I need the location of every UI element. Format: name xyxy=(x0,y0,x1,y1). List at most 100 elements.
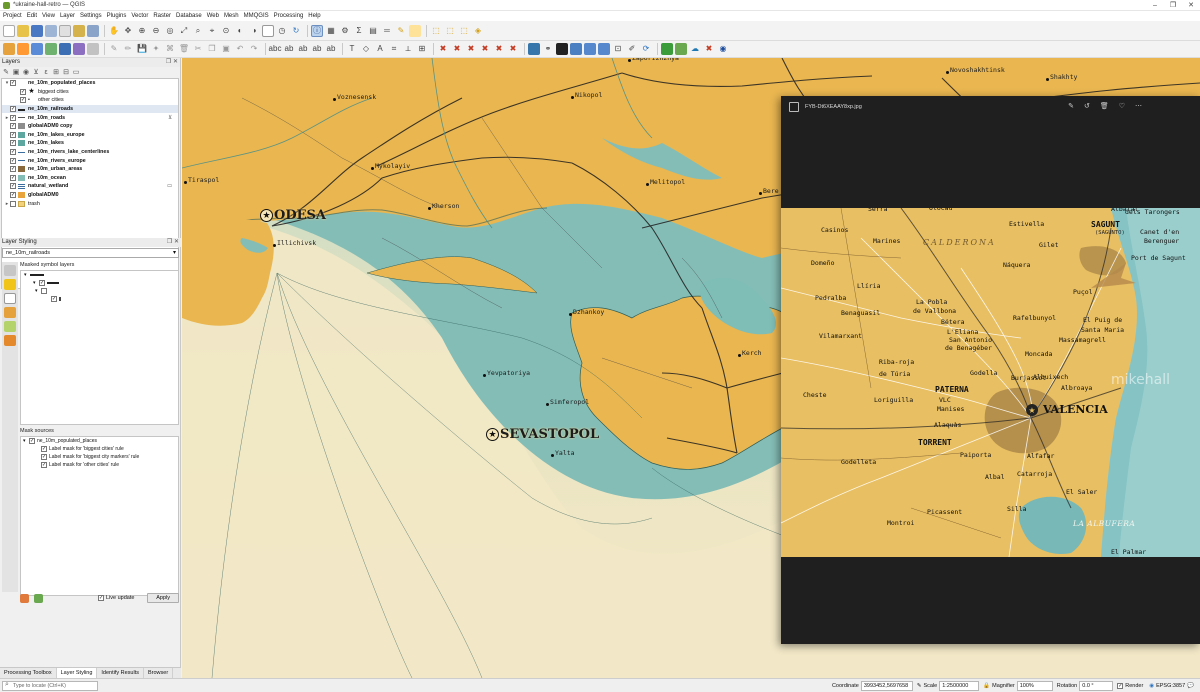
open-table-icon[interactable]: ▤ xyxy=(367,25,379,37)
more-icon[interactable]: ⋯ xyxy=(1135,102,1142,110)
save-edits-icon[interactable]: 💾 xyxy=(136,43,148,55)
redo-style-icon[interactable] xyxy=(34,594,43,603)
digitize-icon[interactable]: ✦ xyxy=(150,43,162,55)
menu-mmqgis[interactable]: MMQGIS xyxy=(244,13,269,19)
digitize-shape-icon[interactable]: ◇ xyxy=(360,43,372,55)
expand-all-icon[interactable]: ⊞ xyxy=(52,69,60,77)
layer-row[interactable]: ✓ ne_10m_lakes xyxy=(2,139,178,148)
zoom-in-icon[interactable]: ⊕ xyxy=(136,25,148,37)
menu-help[interactable]: Help xyxy=(308,13,320,19)
live-update-checkbox[interactable]: ✓ xyxy=(98,595,104,601)
georeferencer-icon[interactable]: ⊡ xyxy=(612,43,624,55)
menu-plugins[interactable]: Plugins xyxy=(107,13,127,19)
text-anchor-icon[interactable]: A xyxy=(374,43,386,55)
panel-float-close-buttons[interactable]: ❐ ✕ xyxy=(166,58,178,67)
mask-tree-row[interactable]: ✓ xyxy=(21,295,178,303)
apply-button[interactable]: Apply xyxy=(147,593,179,603)
zoom-last-icon[interactable]: ◐ xyxy=(234,25,246,37)
new-project-icon[interactable] xyxy=(3,24,15,37)
layer-row[interactable]: ▾ ✓ ne_10m_populated_places xyxy=(2,79,178,88)
plugin-a-icon[interactable]: ✖ xyxy=(437,43,449,55)
pan-to-selection-icon[interactable]: ✥ xyxy=(122,25,134,37)
paste-features-icon[interactable]: ▣ xyxy=(220,43,232,55)
layer-visibility-checkbox[interactable]: ✓ xyxy=(10,131,16,138)
undo-icon[interactable]: ↶ xyxy=(234,43,246,55)
layer-visibility-checkbox[interactable] xyxy=(10,200,16,207)
filter-legend-icon[interactable]: ⊻ xyxy=(32,69,40,77)
binoculars-icon[interactable]: ⚭ xyxy=(542,43,554,55)
new-geopackage-icon[interactable] xyxy=(17,43,29,55)
model-icon[interactable] xyxy=(675,43,687,55)
locator-search-input[interactable]: Type to locate (Ctrl+K) xyxy=(2,680,98,691)
pan-icon[interactable]: ✋ xyxy=(108,25,120,37)
filter-icon[interactable]: ⊻ xyxy=(168,115,172,121)
crs-icon[interactable]: ◉ xyxy=(1149,683,1154,689)
label-rotate-icon[interactable]: ab xyxy=(325,43,337,55)
data-source-manager-icon[interactable] xyxy=(3,43,15,55)
python-console-icon[interactable] xyxy=(528,43,540,55)
layer-visibility-checkbox[interactable]: ✓ xyxy=(10,166,16,173)
delete-selected-icon[interactable]: 🗑 xyxy=(178,43,190,55)
collapse-all-icon[interactable]: ⊟ xyxy=(62,69,70,77)
plugin-b-icon[interactable]: ✖ xyxy=(451,43,463,55)
select-location-icon[interactable]: ◈ xyxy=(472,25,484,37)
toggle-editing-icon[interactable]: ✏ xyxy=(122,43,134,55)
layer-visibility-checkbox[interactable]: ✓ xyxy=(10,140,16,147)
menu-layer[interactable]: Layer xyxy=(60,13,75,19)
qgis-logo-icon[interactable]: ✖ xyxy=(703,43,715,55)
mask-source-row[interactable]: ▾ ✓ ne_10m_populated_places xyxy=(21,437,178,445)
zoom-out-icon[interactable]: ⊖ xyxy=(150,25,162,37)
rotation-field[interactable]: 0.0 ° xyxy=(1079,680,1114,691)
mask-source-checkbox[interactable]: ✓ xyxy=(29,438,35,444)
tab-browser[interactable]: Browser xyxy=(144,668,174,678)
select-by-value-icon[interactable]: ⬚ xyxy=(444,25,456,37)
statistics-sigma-icon[interactable]: Σ xyxy=(353,25,365,37)
menu-database[interactable]: Database xyxy=(176,13,202,19)
style-manager-icon[interactable] xyxy=(87,24,99,37)
masks-tab-icon[interactable] xyxy=(4,293,16,304)
mask-tree-row[interactable]: ▾ xyxy=(21,271,178,279)
measure-icon[interactable]: ═ xyxy=(381,25,393,37)
new-spatialite-icon[interactable] xyxy=(45,43,57,55)
zoom-full-icon[interactable]: ⤢ xyxy=(178,25,190,37)
layer-visibility-checkbox[interactable]: ✓ xyxy=(10,149,16,156)
add-raster-icon[interactable] xyxy=(73,43,85,55)
attribute-table-icon[interactable]: ▦ xyxy=(325,25,337,37)
redo-icon[interactable]: ↷ xyxy=(248,43,260,55)
layout-manager-icon[interactable] xyxy=(73,24,85,37)
render-checkbox[interactable]: ✓ xyxy=(1117,682,1124,689)
layer-row[interactable]: ✓ • other cities xyxy=(2,96,178,105)
menu-mesh[interactable]: Mesh xyxy=(224,13,239,19)
symbology-tab-icon[interactable] xyxy=(4,265,16,276)
mask-source-checkbox[interactable]: ✓ xyxy=(41,454,47,460)
zoom-native-icon[interactable]: ⊙ xyxy=(220,25,232,37)
minimize-button[interactable]: – xyxy=(1146,0,1164,11)
merge-icon[interactable]: ⊞ xyxy=(416,43,428,55)
undo-style-icon[interactable] xyxy=(20,594,29,603)
split-features-icon[interactable]: ⟂ xyxy=(402,43,414,55)
zoom-layer-icon[interactable]: ⌖ xyxy=(206,25,218,37)
cut-features-icon[interactable]: ✂ xyxy=(192,43,204,55)
plugin-d-icon[interactable]: ✖ xyxy=(479,43,491,55)
zoom-selection-icon[interactable]: ⌕ xyxy=(192,25,204,37)
expression-filter-icon[interactable]: ε xyxy=(42,69,50,77)
layer-row[interactable]: ✓ ne_10m_railroads xyxy=(2,104,178,114)
menu-processing[interactable]: Processing xyxy=(274,13,304,19)
layer-selector[interactable]: ne_10m_railroads xyxy=(2,248,179,258)
label-tool-icon[interactable]: abc xyxy=(269,43,282,55)
plugin-c-icon[interactable]: ✖ xyxy=(465,43,477,55)
layer-visibility-checkbox[interactable]: ✓ xyxy=(10,192,16,199)
layer-visibility-checkbox[interactable]: ✓ xyxy=(10,80,16,87)
mask-source-checkbox[interactable]: ✓ xyxy=(41,446,47,452)
layer-row[interactable]: ▸ ✓ ne_10m_roads ⊻ xyxy=(2,113,178,122)
deselect-features-icon[interactable]: ⬚ xyxy=(458,25,470,37)
manage-themes-icon[interactable]: ◉ xyxy=(22,69,30,77)
layer-visibility-checkbox[interactable]: ✓ xyxy=(10,183,16,190)
zoom-next-icon[interactable]: ◑ xyxy=(248,25,260,37)
layer-row[interactable]: ✓ ne_10m_rivers_europe xyxy=(2,156,178,165)
select-features-icon[interactable]: ⬚ xyxy=(430,25,442,37)
layer-row[interactable]: ✓ ne_10m_lakes_europe xyxy=(2,131,178,140)
label-show-icon[interactable]: ab xyxy=(297,43,309,55)
text-annotation-icon[interactable] xyxy=(409,24,421,37)
add-vector-icon[interactable] xyxy=(59,43,71,55)
